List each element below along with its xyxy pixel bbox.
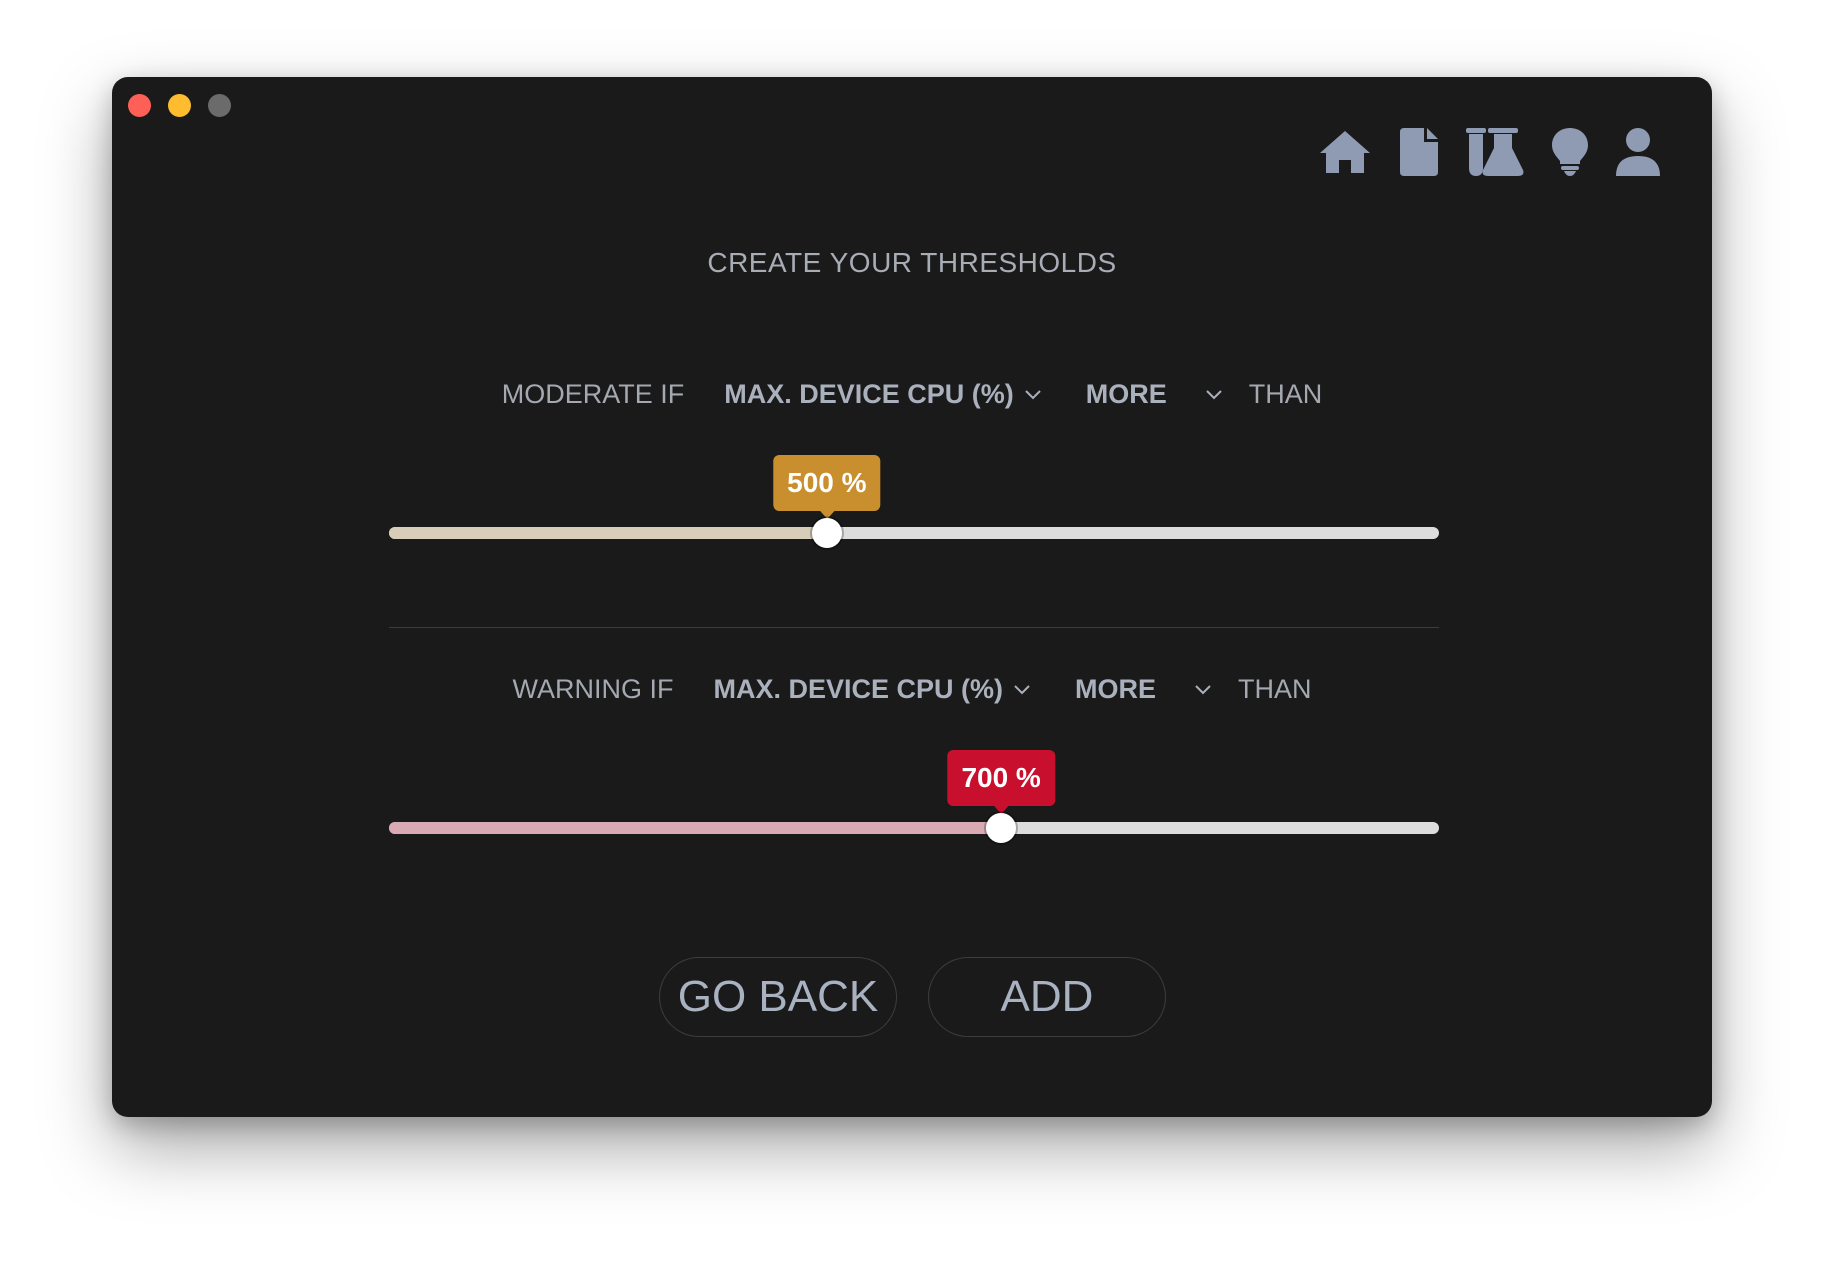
warning-direction-value: MORE bbox=[1075, 674, 1157, 704]
go-back-button[interactable]: GO BACK bbox=[659, 957, 897, 1037]
maximize-button[interactable] bbox=[208, 94, 231, 117]
moderate-slider-thumb[interactable] bbox=[811, 518, 842, 548]
lightbulb-icon[interactable] bbox=[1552, 127, 1588, 177]
window-controls bbox=[128, 94, 231, 117]
user-icon[interactable] bbox=[1616, 127, 1660, 177]
moderate-metric-dropdown[interactable]: MAX. DEVICE CPU (%) bbox=[724, 379, 1042, 410]
moderate-slider-fill bbox=[389, 527, 827, 539]
app-window: CREATE YOUR THRESHOLDS MODERATE IF MAX. … bbox=[112, 77, 1712, 1117]
warning-label: WARNING IF bbox=[512, 674, 674, 704]
moderate-metric-value: MAX. DEVICE CPU (%) bbox=[724, 379, 1014, 409]
close-button[interactable] bbox=[128, 94, 151, 117]
page-title: CREATE YOUR THRESHOLDS bbox=[707, 247, 1117, 278]
section-divider bbox=[389, 627, 1439, 628]
warning-value-tooltip: 700 % bbox=[947, 750, 1055, 806]
warning-threshold-slider[interactable]: 700 % bbox=[389, 750, 1439, 843]
moderate-threshold-slider[interactable]: 500 % bbox=[389, 455, 1439, 548]
warning-rule-row: WARNING IF MAX. DEVICE CPU (%) MORE THAN bbox=[112, 674, 1712, 705]
warning-metric-value: MAX. DEVICE CPU (%) bbox=[713, 674, 1004, 704]
chevron-down-icon bbox=[1013, 684, 1031, 696]
moderate-direction-value: MORE bbox=[1085, 379, 1167, 409]
warning-than-label: THAN bbox=[1238, 674, 1312, 704]
moderate-than-label: THAN bbox=[1248, 379, 1323, 409]
moderate-value-tooltip: 500 % bbox=[773, 455, 881, 511]
warning-direction-dropdown[interactable]: MORE bbox=[1075, 674, 1212, 705]
home-icon[interactable] bbox=[1318, 127, 1372, 177]
warning-metric-dropdown[interactable]: MAX. DEVICE CPU (%) bbox=[713, 674, 1031, 705]
top-nav bbox=[1318, 127, 1660, 177]
moderate-label: MODERATE IF bbox=[501, 379, 685, 409]
moderate-rule-row: MODERATE IF MAX. DEVICE CPU (%) MORE THA… bbox=[112, 379, 1712, 410]
moderate-direction-dropdown[interactable]: MORE bbox=[1086, 379, 1223, 410]
chevron-down-icon bbox=[1205, 389, 1223, 401]
warning-slider-fill bbox=[389, 822, 1002, 834]
add-button[interactable]: ADD bbox=[928, 957, 1166, 1037]
warning-slider-thumb[interactable] bbox=[986, 813, 1017, 843]
chevron-down-icon bbox=[1024, 389, 1042, 401]
document-icon[interactable] bbox=[1400, 127, 1438, 177]
minimize-button[interactable] bbox=[168, 94, 191, 117]
lab-icon[interactable] bbox=[1466, 127, 1524, 177]
chevron-down-icon bbox=[1194, 684, 1212, 696]
